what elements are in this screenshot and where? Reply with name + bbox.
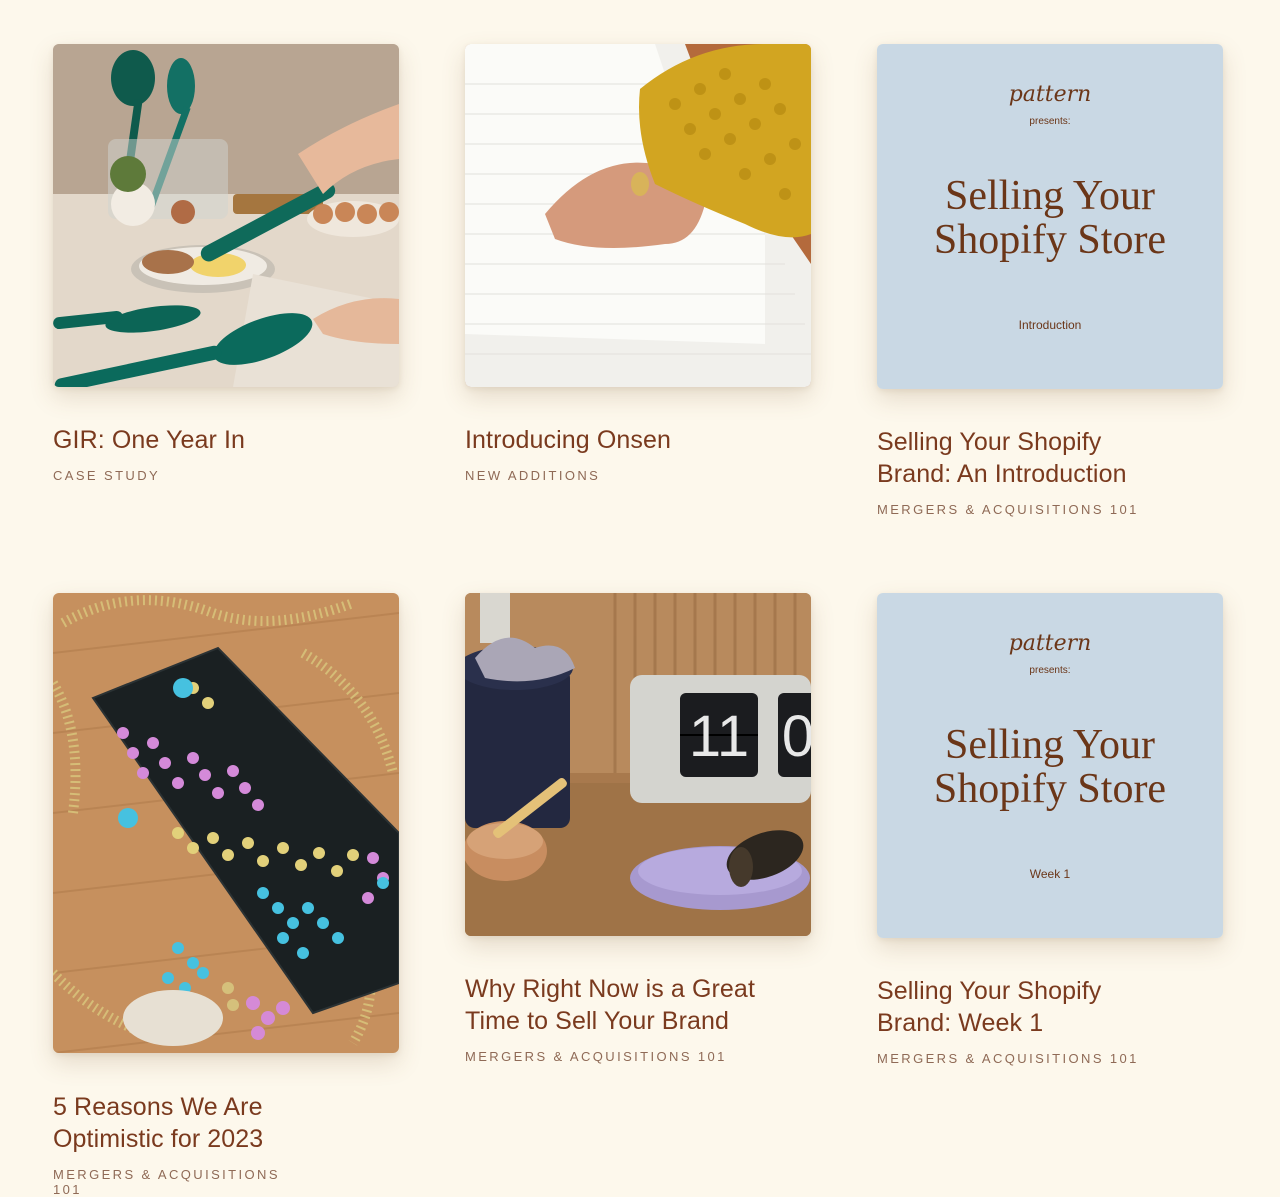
article-card-shopify-week1[interactable]: pattern presents: Selling Your Shopify S… <box>877 593 1223 1066</box>
cover-headline: Selling Your Shopify Store <box>877 723 1223 811</box>
article-image[interactable]: pattern presents: Selling Your Shopify S… <box>877 593 1223 938</box>
new-year-mat-photo <box>53 593 399 1053</box>
article-title[interactable]: 5 Reasons We Are Optimistic for 2023 <box>53 1091 313 1155</box>
article-category: MERGERS & ACQUISITIONS 101 <box>877 502 1139 517</box>
article-title[interactable]: Selling Your Shopify Brand: Week 1 <box>877 975 1147 1039</box>
article-image[interactable] <box>465 44 811 387</box>
article-title[interactable]: Selling Your Shopify Brand: An Introduct… <box>877 426 1177 490</box>
pattern-cover: pattern presents: Selling Your Shopify S… <box>877 593 1223 938</box>
clock-minute-digit: 0 <box>782 704 811 769</box>
cover-subtitle: Week 1 <box>1029 867 1071 881</box>
article-card-right-now[interactable]: 11 0 Why Right Now is a Great Time to Se… <box>465 593 811 1064</box>
article-image[interactable]: pattern presents: Selling Your Shopify S… <box>877 44 1223 389</box>
article-card-gir[interactable]: GIR: One Year In CASE STUDY <box>53 44 399 483</box>
pattern-logo: pattern <box>1008 631 1092 656</box>
cover-headline: Selling Your Shopify Store <box>877 174 1223 262</box>
article-category: CASE STUDY <box>53 468 161 483</box>
cover-headline-line-1: Selling Your <box>944 173 1156 219</box>
cover-headline-line-2: Shopify Store <box>933 766 1167 812</box>
article-image[interactable]: 11 0 <box>465 593 811 936</box>
presents-label: presents: <box>1029 116 1071 127</box>
pattern-logo: pattern <box>1008 82 1092 107</box>
cover-headline-line-1: Selling Your <box>944 722 1156 768</box>
cover-subtitle: Introduction <box>1018 318 1082 332</box>
cover-headline-line-2: Shopify Store <box>933 217 1167 263</box>
towels-photo <box>465 44 811 387</box>
clock-photo: 11 0 <box>465 593 811 936</box>
article-card-shopify-intro[interactable]: pattern presents: Selling Your Shopify S… <box>877 44 1223 517</box>
clock-hour-digits: 11 <box>689 704 749 769</box>
article-title[interactable]: GIR: One Year In <box>53 424 399 456</box>
article-category: NEW ADDITIONS <box>465 468 601 483</box>
article-category: MERGERS & ACQUISITIONS 101 <box>53 1167 280 1197</box>
presents-label: presents: <box>1029 665 1071 676</box>
article-category: MERGERS & ACQUISITIONS 101 <box>877 1051 1139 1066</box>
article-card-optimistic-2023[interactable]: 5 Reasons We Are Optimistic for 2023 MER… <box>53 593 399 1197</box>
pattern-cover: pattern presents: Selling Your Shopify S… <box>877 44 1223 389</box>
article-image[interactable] <box>53 44 399 387</box>
article-card-onsen[interactable]: Introducing Onsen NEW ADDITIONS <box>465 44 811 483</box>
kitchen-utensils-photo <box>53 44 399 387</box>
article-title[interactable]: Why Right Now is a Great Time to Sell Yo… <box>465 973 765 1037</box>
article-title[interactable]: Introducing Onsen <box>465 424 811 456</box>
article-category: MERGERS & ACQUISITIONS 101 <box>465 1049 727 1064</box>
article-image[interactable] <box>53 593 399 1053</box>
